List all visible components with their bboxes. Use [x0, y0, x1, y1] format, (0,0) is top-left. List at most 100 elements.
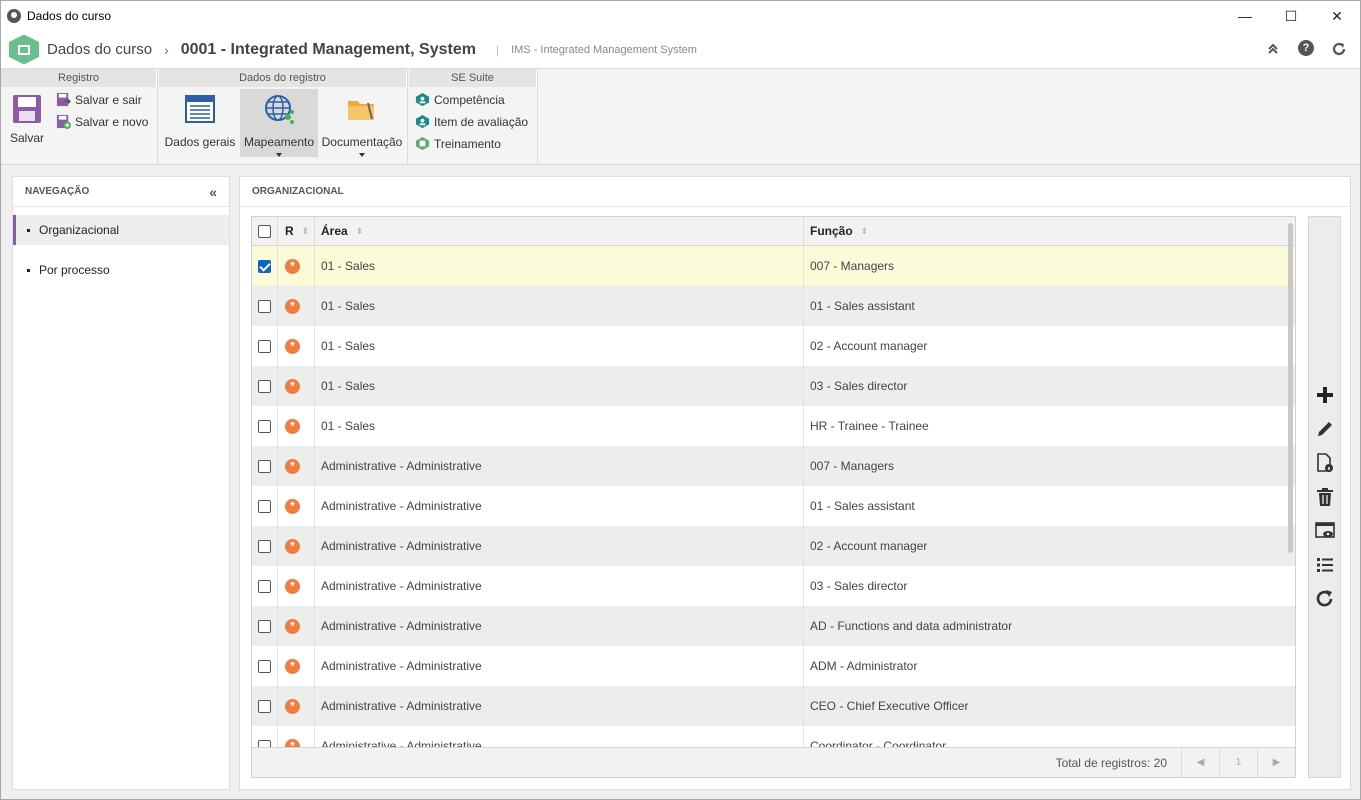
- column-header-area[interactable]: Área ⬍: [315, 217, 804, 245]
- maximize-icon: ☐: [1284, 7, 1298, 24]
- scrollbar-thumb[interactable]: [1288, 223, 1293, 553]
- role-cell: *: [278, 246, 315, 286]
- ribbon-group-dados-registro: Dados do registro Dados gerais Mapeament…: [159, 69, 408, 165]
- save-button[interactable]: Salvar: [5, 89, 49, 157]
- mapping-button[interactable]: Mapeamento: [240, 89, 318, 157]
- maximize-button[interactable]: ☐: [1268, 1, 1314, 31]
- role-cell: *: [278, 366, 315, 406]
- funcao-cell: 02 - Account manager: [810, 339, 928, 353]
- role-asterisk-icon: *: [285, 698, 300, 714]
- training-label: Treinamento: [434, 136, 501, 151]
- general-data-button[interactable]: Dados gerais: [163, 89, 237, 157]
- section-title: ORGANIZACIONAL: [240, 177, 1350, 207]
- table-row[interactable]: * Administrative - Administrative 007 - Ma…: [252, 446, 1295, 486]
- table-row[interactable]: * 01 - Sales 02 - Account manager: [252, 326, 1295, 366]
- nav-item-label: Organizacional: [39, 223, 120, 237]
- list-icon[interactable]: [1315, 555, 1335, 575]
- column-header-funcao[interactable]: Função ⬍: [804, 217, 1295, 245]
- header-actions: ?: [1264, 40, 1348, 58]
- help-icon[interactable]: ?: [1298, 40, 1314, 56]
- row-checkbox[interactable]: [258, 619, 271, 633]
- edit-icon[interactable]: [1315, 419, 1335, 439]
- refresh-icon[interactable]: [1315, 589, 1335, 609]
- table-row[interactable]: * Administrative - Administrative Coordina…: [252, 726, 1295, 747]
- delete-icon[interactable]: [1315, 487, 1335, 507]
- area-cell: 01 - Sales: [315, 366, 804, 406]
- role-asterisk-icon: *: [285, 338, 300, 354]
- row-select-cell: [252, 486, 278, 526]
- funcao-cell: 007 - Managers: [810, 259, 895, 273]
- add-icon[interactable]: [1315, 385, 1335, 405]
- nav-item-por-processo[interactable]: Por processo: [13, 255, 229, 285]
- row-checkbox[interactable]: [258, 259, 271, 273]
- navigation-panel: NAVEGAÇÃO « Organizacional Por processo: [12, 176, 230, 790]
- row-checkbox[interactable]: [258, 419, 271, 433]
- row-select-cell: [252, 286, 278, 326]
- document-info-icon[interactable]: [1315, 453, 1335, 473]
- competence-button[interactable]: Competência: [415, 92, 505, 107]
- row-checkbox[interactable]: [258, 459, 271, 473]
- row-checkbox[interactable]: [258, 339, 271, 353]
- chevron-down-icon: [359, 153, 365, 157]
- role-cell: *: [278, 686, 315, 726]
- funcao-cell: 02 - Account manager: [810, 539, 928, 553]
- table-row[interactable]: * Administrative - Administrative AD - Fun…: [252, 606, 1295, 646]
- sort-icon: ⬍: [860, 225, 869, 236]
- column-header-label: Área: [321, 224, 348, 238]
- row-checkbox[interactable]: [258, 699, 271, 713]
- evaluation-item-button[interactable]: Item de avaliação: [415, 114, 528, 129]
- row-checkbox[interactable]: [258, 739, 271, 747]
- refresh-icon[interactable]: [1330, 40, 1348, 58]
- area-cell: Administrative - Administrative: [315, 566, 804, 606]
- role-asterisk-icon: *: [285, 298, 300, 314]
- page-title: 0001 - Integrated Management, System: [180, 40, 476, 58]
- table-row[interactable]: * 01 - Sales 007 - Managers: [252, 246, 1295, 286]
- minimize-button[interactable]: —: [1222, 1, 1268, 31]
- breadcrumb-root[interactable]: Dados do curso: [47, 41, 152, 58]
- nav-item-organizacional[interactable]: Organizacional: [13, 215, 229, 245]
- row-checkbox[interactable]: [258, 659, 271, 673]
- select-all-checkbox[interactable]: [258, 224, 271, 238]
- area-cell: Administrative - Administrative: [315, 646, 804, 686]
- area-cell: Administrative - Administrative: [315, 686, 804, 726]
- table-row[interactable]: * Administrative - Administrative ADM - Ad…: [252, 646, 1295, 686]
- view-icon[interactable]: [1315, 521, 1335, 541]
- row-checkbox[interactable]: [258, 539, 271, 553]
- competence-label: Competência: [434, 92, 505, 107]
- save-new-button[interactable]: Salvar e novo: [56, 114, 148, 129]
- row-checkbox[interactable]: [258, 379, 271, 393]
- row-select-cell: [252, 646, 278, 686]
- area-cell: 01 - Sales: [315, 286, 804, 326]
- grid-scrollbar[interactable]: [1286, 217, 1296, 777]
- column-header-r[interactable]: R ⬍: [278, 217, 315, 245]
- documentation-label: Documentação: [321, 135, 403, 149]
- collapse-up-icon[interactable]: [1264, 40, 1282, 58]
- breadcrumb-separator-icon: ›: [164, 41, 169, 58]
- documentation-button[interactable]: Documentação: [322, 89, 402, 157]
- table-row[interactable]: * 01 - Sales HR - Trainee - Trainee: [252, 406, 1295, 446]
- save-icon: [13, 95, 41, 123]
- table-row[interactable]: * Administrative - Administrative CEO - Ch…: [252, 686, 1295, 726]
- save-exit-button[interactable]: Salvar e sair: [56, 92, 142, 107]
- prev-page-button[interactable]: ◀: [1181, 747, 1219, 777]
- table-row[interactable]: * 01 - Sales 01 - Sales assistant: [252, 286, 1295, 326]
- row-checkbox[interactable]: [258, 499, 271, 513]
- table-row[interactable]: * Administrative - Administrative 02 - Acc…: [252, 526, 1295, 566]
- row-checkbox[interactable]: [258, 299, 271, 313]
- title-bar: Dados do curso — ☐ ✕: [1, 1, 1360, 31]
- table-row[interactable]: * Administrative - Administrative 03 - Sal…: [252, 566, 1295, 606]
- training-icon: [415, 136, 430, 151]
- nav-item-label: Por processo: [39, 263, 110, 277]
- role-cell: *: [278, 446, 315, 486]
- app-window: Dados do curso — ☐ ✕ Dados do curso › 00…: [0, 0, 1361, 800]
- close-button[interactable]: ✕: [1314, 1, 1360, 31]
- sort-icon: ⬍: [355, 225, 364, 236]
- table-row[interactable]: * 01 - Sales 03 - Sales director: [252, 366, 1295, 406]
- ribbon-group-title: Registro: [1, 69, 157, 87]
- row-checkbox[interactable]: [258, 579, 271, 593]
- training-button[interactable]: Treinamento: [415, 136, 501, 151]
- window-controls: — ☐ ✕: [1222, 1, 1360, 31]
- collapse-panel-icon[interactable]: «: [209, 184, 217, 200]
- row-select-cell: [252, 246, 278, 286]
- table-row[interactable]: * Administrative - Administrative 01 - Sal…: [252, 486, 1295, 526]
